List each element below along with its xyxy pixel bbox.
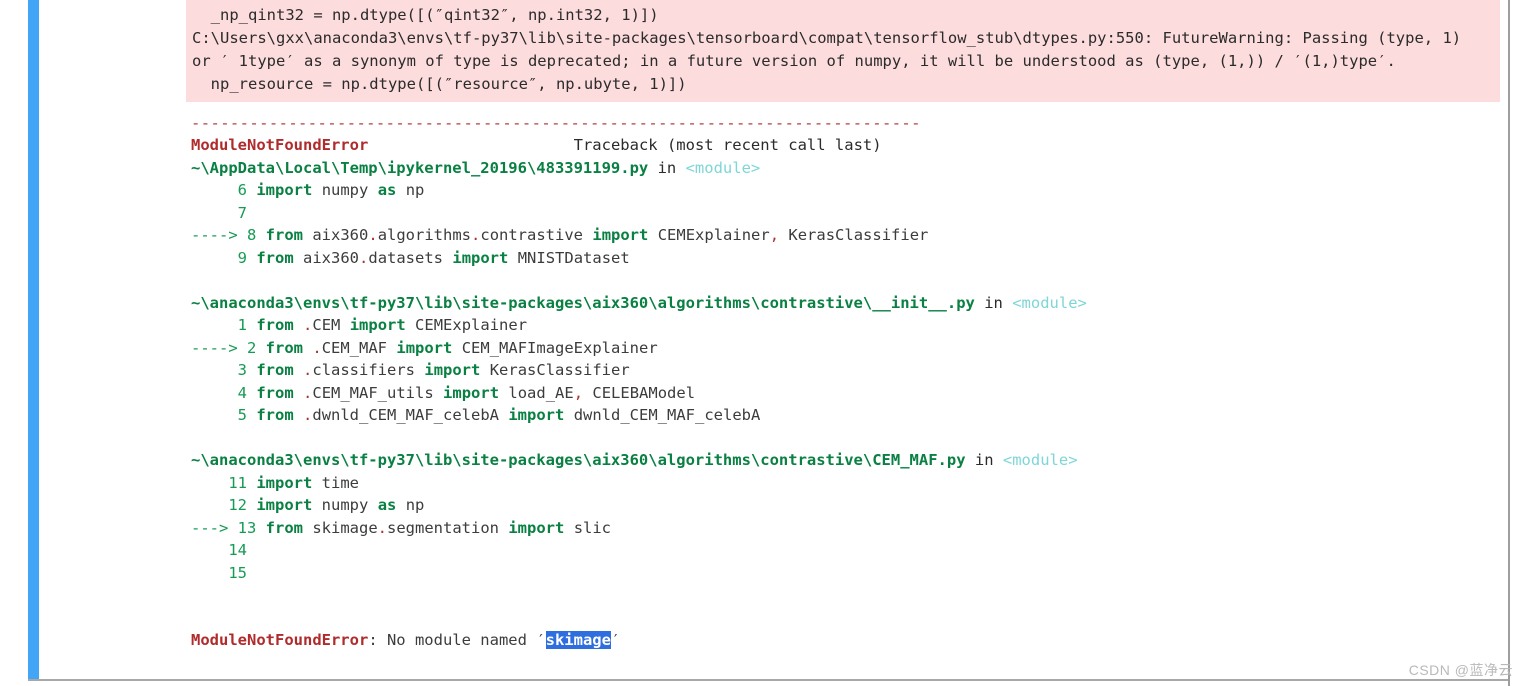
final-error-line: ModuleNotFoundError: No module named ′sk… bbox=[191, 629, 1501, 652]
csdn-watermark: CSDN @蓝净云 bbox=[1408, 662, 1513, 678]
stderr-line: or ′ 1type′ as a synonym of type is depr… bbox=[192, 52, 1396, 70]
code-line-number: 12 bbox=[228, 496, 257, 514]
selected-module-name[interactable]: skimage bbox=[545, 630, 611, 649]
frame-arrow-marker bbox=[191, 384, 238, 402]
code-line-number: 2 bbox=[247, 338, 266, 357]
traceback-code-line: 15 bbox=[191, 562, 1501, 585]
traceback-hint: Traceback (most recent call last) bbox=[573, 136, 882, 154]
code-line-number: 6 bbox=[237, 181, 257, 199]
final-exception-name: ModuleNotFoundError bbox=[191, 630, 369, 649]
code-line-source: import numpy as np bbox=[256, 496, 425, 514]
frame-arrow-marker bbox=[191, 204, 238, 222]
frame-file-path: ~\AppData\Local\Temp\ipykernel_20196\483… bbox=[191, 158, 649, 177]
stderr-line: C:\Users\gxx\anaconda3\envs\tf-py37\lib\… bbox=[192, 29, 1462, 47]
code-line-source: from .CEM_MAF import CEM_MAFImageExplain… bbox=[265, 338, 658, 357]
code-line-number: 15 bbox=[228, 563, 257, 582]
frame-arrow-marker: ---> bbox=[191, 518, 238, 537]
notebook-output-area: _np_qint32 = np.dtype([(″qint32″, np.int… bbox=[186, 0, 1501, 686]
code-line-number: 7 bbox=[237, 203, 257, 222]
stderr-warning-block: _np_qint32 = np.dtype([(″qint32″, np.int… bbox=[186, 0, 1500, 102]
frame-file-path: ~\anaconda3\envs\tf-py37\lib\site-packag… bbox=[191, 293, 975, 312]
header-gap bbox=[368, 136, 573, 154]
final-trailing-quote: ′ bbox=[610, 630, 621, 649]
traceback-code-line: ----> 8 from aix360.algorithms.contrasti… bbox=[191, 224, 1501, 247]
frame-in-keyword: in bbox=[648, 158, 686, 177]
frame-arrow-marker bbox=[191, 541, 228, 559]
frame-arrow-marker bbox=[191, 564, 228, 582]
exception-name: ModuleNotFoundError bbox=[191, 136, 369, 154]
traceback-frame-path: ~\AppData\Local\Temp\ipykernel_20196\483… bbox=[191, 157, 1501, 180]
code-line-number: 3 bbox=[237, 361, 257, 379]
code-line-number: 1 bbox=[237, 316, 257, 334]
traceback-code-line: 4 from .CEM_MAF_utils import load_AE, CE… bbox=[191, 382, 1501, 405]
traceback-code-line: 3 from .classifiers import KerasClassifi… bbox=[191, 359, 1501, 382]
frame-arrow-marker bbox=[191, 406, 238, 424]
traceback-frame-path: ~\anaconda3\envs\tf-py37\lib\site-packag… bbox=[191, 292, 1501, 315]
frame-in-keyword: in bbox=[965, 451, 1003, 469]
frame-gap bbox=[191, 269, 1501, 292]
frame-gap bbox=[191, 584, 1501, 607]
frame-scope-tag: <module> bbox=[1012, 293, 1087, 312]
traceback-code-line: 14 bbox=[191, 539, 1501, 562]
traceback-code-line: 7 bbox=[191, 202, 1501, 225]
frame-in-keyword: in bbox=[974, 293, 1013, 312]
frame-arrow-marker bbox=[191, 316, 238, 334]
code-line-source: import numpy as np bbox=[256, 181, 425, 199]
traceback-code-line: 9 from aix360.datasets import MNISTDatas… bbox=[191, 247, 1501, 270]
frame-arrow-marker bbox=[191, 496, 228, 514]
cell-selection-bar bbox=[28, 0, 39, 680]
scrollbar-track-border[interactable] bbox=[1508, 0, 1510, 686]
frame-arrow-marker: ----> bbox=[191, 338, 247, 357]
traceback-code-line: 1 from .CEM import CEMExplainer bbox=[191, 314, 1501, 337]
code-line-number: 11 bbox=[228, 473, 257, 492]
traceback-frames: ~\AppData\Local\Temp\ipykernel_20196\483… bbox=[191, 157, 1501, 607]
traceback-block: ----------------------------------------… bbox=[186, 102, 1501, 651]
code-line-source: from .dwnld_CEM_MAF_celebA import dwnld_… bbox=[256, 406, 761, 424]
code-line-number: 13 bbox=[237, 518, 266, 537]
frame-arrow-marker: ----> bbox=[191, 226, 247, 244]
code-line-source: from .CEM_MAF_utils import load_AE, CELE… bbox=[256, 383, 696, 402]
frame-arrow-marker bbox=[191, 474, 228, 492]
frame-scope-tag: <module> bbox=[685, 158, 761, 177]
frame-arrow-marker bbox=[191, 361, 238, 379]
frame-arrow-marker bbox=[191, 249, 238, 267]
code-line-number: 4 bbox=[237, 383, 257, 402]
code-line-number: 5 bbox=[237, 406, 257, 424]
stderr-line: _np_qint32 = np.dtype([(″qint32″, np.int… bbox=[192, 6, 659, 24]
code-line-number: 8 bbox=[247, 226, 266, 244]
code-line-source: from aix360.datasets import MNISTDataset bbox=[256, 248, 630, 267]
traceback-code-line: 6 import numpy as np bbox=[191, 179, 1501, 202]
traceback-code-line: 5 from .dwnld_CEM_MAF_celebA import dwnl… bbox=[191, 404, 1501, 427]
stderr-line: np_resource = np.dtype([(″resource″, np.… bbox=[192, 75, 687, 93]
frame-arrow-marker bbox=[191, 181, 238, 199]
code-line-source: from .classifiers import KerasClassifier bbox=[256, 361, 630, 379]
final-error-message: : No module named ′ bbox=[368, 630, 546, 649]
traceback-code-line: 12 import numpy as np bbox=[191, 494, 1501, 517]
frame-file-path: ~\anaconda3\envs\tf-py37\lib\site-packag… bbox=[191, 451, 966, 469]
code-line-number: 14 bbox=[228, 541, 257, 559]
traceback-separator: ----------------------------------------… bbox=[191, 114, 921, 132]
traceback-frame-path: ~\anaconda3\envs\tf-py37\lib\site-packag… bbox=[191, 449, 1501, 472]
code-line-source: import time bbox=[256, 473, 359, 492]
traceback-header: ModuleNotFoundError Traceback (most rece… bbox=[191, 134, 1501, 157]
code-line-source: from .CEM import CEMExplainer bbox=[256, 316, 528, 334]
traceback-code-line: 11 import time bbox=[191, 472, 1501, 495]
code-line-source: from skimage.segmentation import slic bbox=[265, 518, 612, 537]
traceback-code-line: ---> 13 from skimage.segmentation import… bbox=[191, 517, 1501, 540]
frame-gap bbox=[191, 427, 1501, 450]
code-line-source: from aix360.algorithms.contrastive impor… bbox=[265, 226, 929, 244]
traceback-code-line: ----> 2 from .CEM_MAF import CEM_MAFImag… bbox=[191, 337, 1501, 360]
code-line-number: 9 bbox=[237, 248, 257, 267]
frame-scope-tag: <module> bbox=[1002, 451, 1078, 469]
